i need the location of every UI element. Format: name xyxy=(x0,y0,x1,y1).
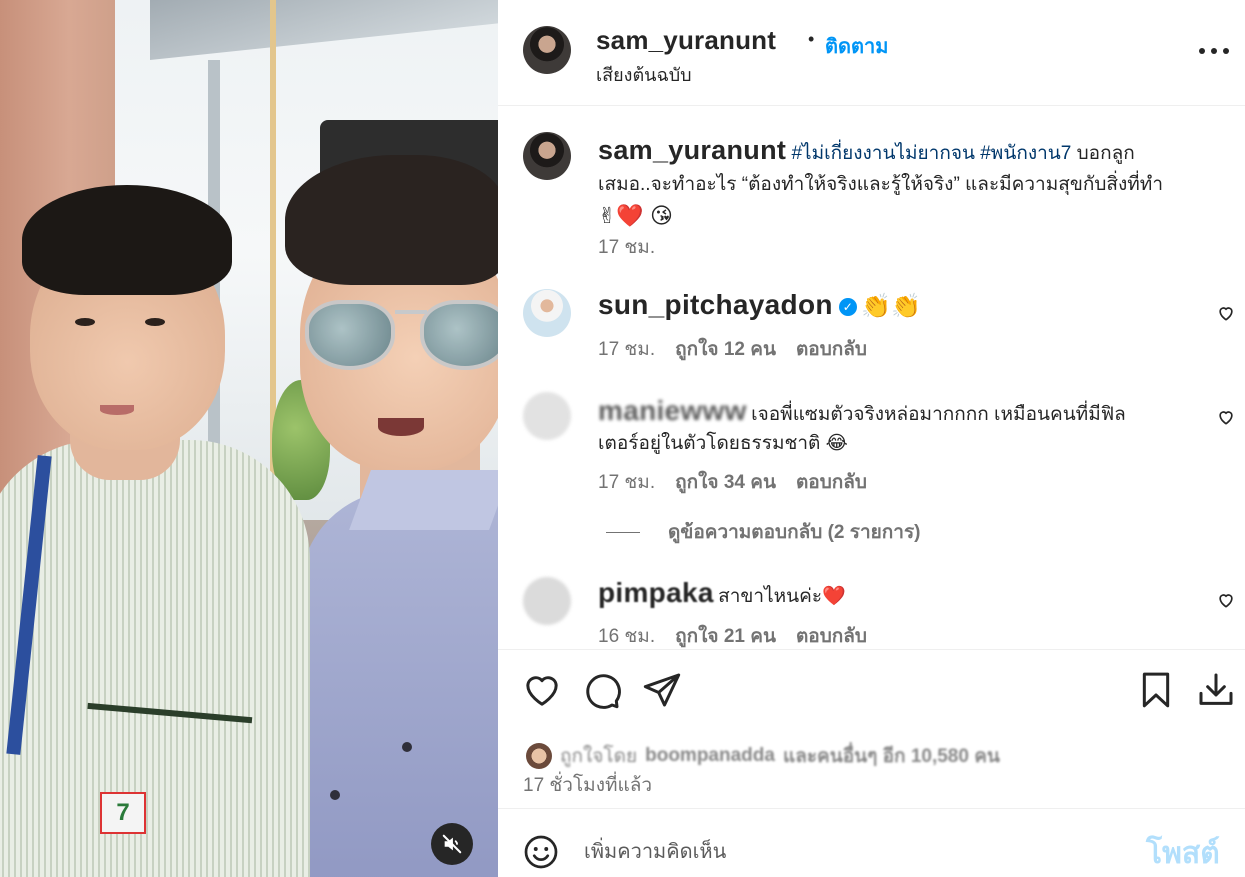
post-timestamp[interactable]: 17 ชั่วโมงที่แล้ว xyxy=(523,770,652,800)
comment-time: 17 ชม. xyxy=(598,472,656,493)
liked-by-user[interactable]: boompanadda xyxy=(645,745,775,767)
person-right-hair xyxy=(285,155,498,285)
comments-list[interactable]: sam_yuranunt #ไม่เกี่ยงงานไม่ยากจน #พนัก… xyxy=(498,107,1245,649)
reply-button[interactable]: ตอบกลับ xyxy=(796,467,867,497)
comment-like-icon[interactable] xyxy=(1216,407,1236,427)
reply-button[interactable]: ตอบกลับ xyxy=(796,621,867,649)
liked-by-count[interactable]: และคนอื่นๆ อีก 10,580 คน xyxy=(783,741,1000,771)
caption-time: 17 ชม. xyxy=(598,237,656,258)
sunglasses-bridge xyxy=(395,310,427,314)
shirt-button xyxy=(330,790,340,800)
more-options-button[interactable] xyxy=(1199,36,1229,66)
comment-meta: 16 ชม. ถูกใจ 21 คน ตอบกลับ xyxy=(598,621,867,649)
comment-time: 17 ชม. xyxy=(598,339,656,360)
comment-like-icon[interactable] xyxy=(1216,303,1236,323)
commenter-avatar[interactable] xyxy=(523,577,571,625)
comment-likes[interactable]: ถูกใจ 34 คน xyxy=(675,467,776,497)
mute-toggle-button[interactable] xyxy=(431,823,473,865)
comment: pimpaka สาขาไหนค่ะ❤️ xyxy=(598,577,846,611)
commenter-avatar[interactable] xyxy=(523,392,571,440)
caption-emojis: ✌❤️ 😘 xyxy=(598,203,673,228)
reply-button[interactable]: ตอบกลับ xyxy=(796,334,867,364)
view-replies-label: ดูข้อความตอบกลับ (2 รายการ) xyxy=(668,522,921,543)
more-options-icon xyxy=(1199,48,1205,54)
view-replies-button[interactable]: ดูข้อความตอบกลับ (2 รายการ) xyxy=(606,517,921,547)
comment-input[interactable] xyxy=(584,837,1124,867)
volume-muted-icon xyxy=(442,834,462,854)
shirt-button xyxy=(402,742,412,752)
comment-icon[interactable] xyxy=(582,670,622,710)
audio-link[interactable]: เสียงต้นฉบับ xyxy=(596,60,692,89)
comment-likes[interactable]: ถูกใจ 21 คน xyxy=(675,621,776,649)
caption-text: บอกลูก xyxy=(1071,143,1135,164)
person-right-mouth xyxy=(378,418,424,436)
eye xyxy=(145,318,165,326)
emoji-icon[interactable] xyxy=(523,834,559,870)
post-header: sam_yuranunt • ติดตาม เสียงต้นฉบับ xyxy=(498,0,1245,106)
caption-username[interactable]: sam_yuranunt xyxy=(598,135,786,165)
share-icon[interactable] xyxy=(642,670,682,710)
divider xyxy=(606,531,640,533)
comment-text: 👏👏 xyxy=(861,293,921,320)
bookmark-icon[interactable] xyxy=(1136,670,1176,710)
comment-username[interactable]: maniewww xyxy=(598,395,747,426)
store-logo: 7 xyxy=(100,792,146,834)
caption: sam_yuranunt #ไม่เกี่ยงงานไม่ยากจน #พนัก… xyxy=(598,135,1218,233)
comment-text: สาขาไหนค่ะ❤️ xyxy=(718,586,846,607)
liked-by-prefix: ถูกใจโดย xyxy=(560,746,638,767)
heart-icon[interactable] xyxy=(522,670,562,710)
author-username[interactable]: sam_yuranunt xyxy=(596,25,776,56)
hashtag[interactable]: #ไม่เกี่ยงงานไม่ยากจน xyxy=(791,143,975,164)
liked-by: ถูกใจโดย boompanadda และคนอื่นๆ อีก 10,5… xyxy=(526,741,1000,771)
person-left-mouth xyxy=(100,405,134,415)
post-actions: ถูกใจโดย boompanadda และคนอื่นๆ อีก 10,5… xyxy=(498,649,1245,809)
liker-avatar xyxy=(526,743,552,769)
caption-avatar[interactable] xyxy=(523,132,571,180)
commenter-avatar[interactable] xyxy=(523,289,571,337)
person-right-shirt xyxy=(300,490,498,877)
hashtag[interactable]: #พนักงาน7 xyxy=(980,143,1071,164)
caption-text: เสมอ..จะทำอะไร “ต้องทำให้จริงและรู้ให้จร… xyxy=(598,174,1163,195)
person-left-hair xyxy=(22,185,232,295)
person-right-collar xyxy=(349,470,498,530)
comment-text: เจอพี่แซมตัวจริงหล่อมากกกก เหมือนคนที่มี… xyxy=(751,404,1126,425)
sunglasses-lens xyxy=(305,300,395,370)
comment: maniewww เจอพี่แซมตัวจริงหล่อมากกกก เหมื… xyxy=(598,397,1198,459)
post-comment-button[interactable]: โพสต์ xyxy=(1146,830,1220,877)
post-video[interactable]: 7 xyxy=(0,0,498,877)
author-avatar[interactable] xyxy=(523,26,571,74)
comment-username[interactable]: sun_pitchayadon xyxy=(598,289,833,320)
comment-like-icon[interactable] xyxy=(1216,590,1236,610)
more-options-icon xyxy=(1211,48,1217,54)
person-left-uniform xyxy=(0,440,310,877)
comment-likes[interactable]: ถูกใจ 12 คน xyxy=(675,334,776,364)
post-details-panel: sam_yuranunt • ติดตาม เสียงต้นฉบับ sam_y… xyxy=(498,0,1245,877)
eye xyxy=(75,318,95,326)
follow-button[interactable]: ติดตาม xyxy=(825,30,888,62)
comment-meta: 17 ชม. ถูกใจ 12 คน ตอบกลับ xyxy=(598,334,867,364)
download-icon[interactable] xyxy=(1196,670,1236,710)
add-comment-bar: โพสต์ xyxy=(498,810,1245,877)
comment-meta: 17 ชม. ถูกใจ 34 คน ตอบกลับ xyxy=(598,467,867,497)
comment-username[interactable]: pimpaka xyxy=(598,577,714,608)
comment-text: เตอร์อยู่ในตัวโดยธรรมชาติ 😂 xyxy=(598,433,848,454)
separator-dot: • xyxy=(808,29,815,49)
caption-meta: 17 ชม. xyxy=(598,232,655,262)
more-options-icon xyxy=(1223,48,1229,54)
comment-time: 16 ชม. xyxy=(598,626,656,647)
verified-badge-icon: ✓ xyxy=(838,298,857,316)
comment: sun_pitchayadon ✓ 👏👏 xyxy=(598,289,921,321)
